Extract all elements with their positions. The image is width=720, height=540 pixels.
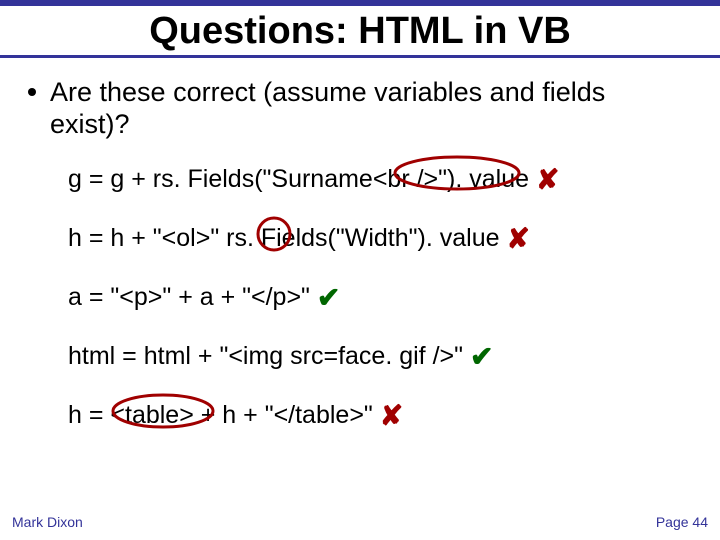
top-accent-bar [0, 0, 720, 6]
code-block: g = g + rs. Fields("Surname<br />"). val… [0, 161, 720, 430]
bullet-item: Are these correct (assume variables and … [0, 76, 720, 141]
code-line-2: h = h + "<ol>" rs. Fields("Width"). valu… [68, 220, 690, 253]
cross-icon: ✘ [506, 223, 529, 254]
code-line-3: a = "<p>" + a + "</p>" ✔ [68, 279, 690, 312]
code-text-1: g = g + rs. Fields("Surname<br />"). val… [68, 165, 529, 193]
tick-icon: ✔ [317, 282, 340, 313]
footer: Mark Dixon Page 44 [0, 514, 720, 530]
cross-icon: ✘ [536, 164, 559, 195]
bullet-dot-icon [28, 88, 36, 96]
code-text-4: html = html + "<img src=face. gif />" [68, 342, 463, 370]
tick-icon: ✔ [470, 341, 493, 372]
title-underline [0, 55, 720, 58]
bullet-text: Are these correct (assume variables and … [50, 76, 680, 141]
code-text-2: h = h + "<ol>" rs. Fields("Width"). valu… [68, 224, 500, 252]
footer-author: Mark Dixon [12, 514, 83, 530]
code-line-4: html = html + "<img src=face. gif />" ✔ [68, 338, 690, 371]
code-line-5: h = <table> + h + "</table>" ✘ [68, 397, 690, 430]
footer-page: Page 44 [656, 514, 708, 530]
code-line-1: g = g + rs. Fields("Surname<br />"). val… [68, 161, 690, 194]
code-text-5: h = <table> + h + "</table>" [68, 401, 373, 429]
cross-icon: ✘ [380, 400, 403, 431]
code-text-3: a = "<p>" + a + "</p>" [68, 283, 310, 311]
slide-title: Questions: HTML in VB [0, 10, 720, 53]
